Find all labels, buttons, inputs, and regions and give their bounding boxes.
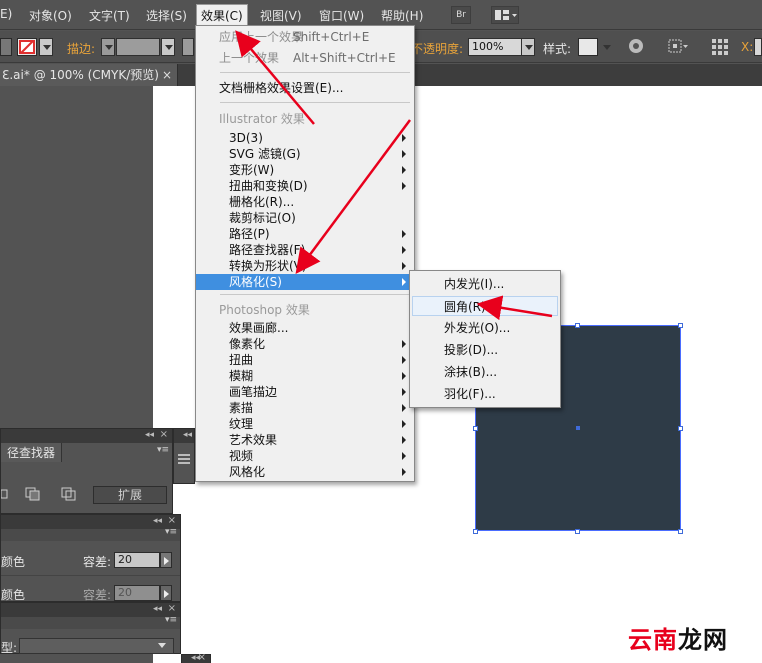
- arrow-to-stylize-item: [295, 119, 412, 275]
- watermark-logo: 云南龙网: [628, 626, 728, 654]
- arrow-to-round-corners: [476, 295, 553, 321]
- annotation-arrows: [235, 30, 553, 321]
- arrow-to-effect-menu: [235, 30, 315, 125]
